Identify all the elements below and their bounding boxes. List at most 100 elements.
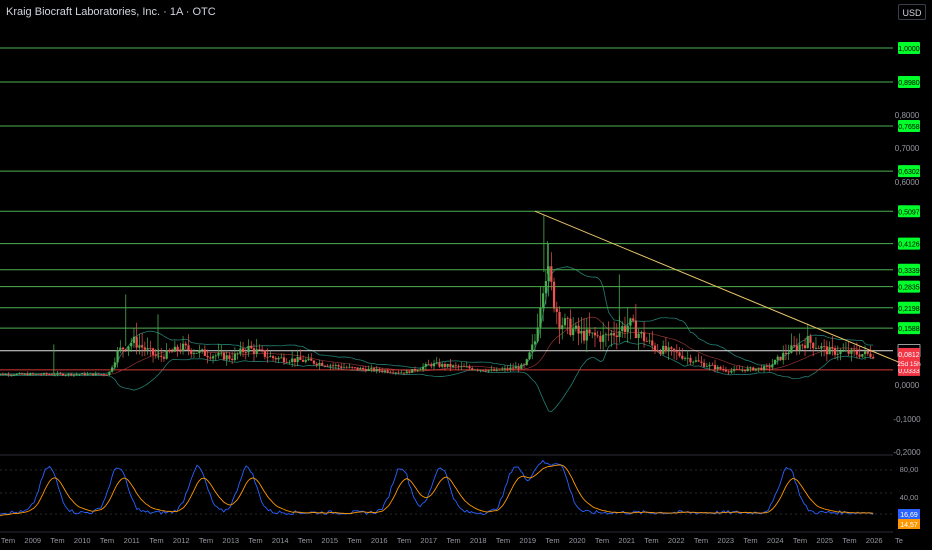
candle-body (817, 347, 820, 349)
candle-body (53, 374, 56, 376)
candle-body (160, 355, 163, 357)
candle-body (307, 358, 310, 361)
candle-body (850, 349, 853, 354)
candle-body (833, 348, 837, 355)
candle-body (569, 318, 572, 336)
candle-body (779, 356, 782, 361)
candle-body (116, 350, 119, 363)
candle-body (198, 350, 201, 353)
candle-body (528, 352, 531, 360)
candle-body (222, 352, 226, 360)
candle-body (102, 374, 106, 376)
candle-body (190, 350, 193, 354)
candle-body (550, 266, 553, 282)
candle-body (56, 373, 59, 375)
candle-body (847, 350, 850, 354)
currency-button[interactable]: USD (898, 4, 926, 20)
price-tick-label: -0,1000 (893, 415, 921, 424)
candle-body (471, 368, 474, 370)
candle-body (801, 344, 804, 346)
candle-body (520, 364, 523, 369)
candle-body (438, 362, 441, 367)
candle-body (615, 335, 618, 338)
candle-body (370, 368, 373, 369)
candle-body (612, 333, 616, 336)
candle-body (768, 366, 771, 368)
candle-body (694, 360, 698, 362)
candle-body (604, 334, 607, 336)
candle-body (340, 366, 343, 368)
price-chart[interactable]: 0,8000 0,7000 0,6000 0,0000 -0,1000 -0,2000 1,… (0, 0, 932, 550)
candle-body (702, 362, 706, 367)
candle-body (214, 355, 217, 357)
candle-body (514, 366, 517, 369)
candle-body (285, 362, 288, 363)
candle-body (312, 360, 316, 364)
symbol-title[interactable]: Kraig Biocraft Laboratories, Inc. · 1A ·… (6, 6, 216, 18)
candle-body (465, 366, 468, 368)
candle-body (108, 371, 111, 376)
candle-body (173, 346, 176, 352)
candle-body (588, 329, 591, 334)
candle-body (288, 362, 291, 363)
candle-body (411, 369, 414, 373)
candle-body (798, 344, 801, 351)
candle-body (244, 352, 247, 353)
candle-body (501, 369, 504, 371)
current-price-label: 0,0812 (898, 352, 920, 359)
candle-body (359, 368, 362, 370)
candle-body (48, 374, 51, 376)
candle-body (20, 373, 24, 375)
candle-body (656, 350, 659, 352)
candle-body (26, 373, 29, 376)
time-tick-label: Tem (793, 536, 807, 545)
candle-body (81, 373, 84, 375)
candle-body (708, 364, 711, 367)
candle-body (318, 362, 321, 366)
candle-body (78, 374, 81, 376)
candle-body (700, 361, 703, 363)
candle-body (89, 373, 92, 375)
candle-body (0, 374, 2, 375)
candle-body (323, 365, 327, 367)
time-tick-label: 2018 (470, 536, 487, 545)
candle-body (863, 351, 867, 355)
candle-body (449, 363, 452, 368)
candle-body (435, 362, 438, 364)
candle-body (86, 374, 89, 376)
candle-body (539, 307, 542, 328)
time-tick-label: 2020 (569, 536, 586, 545)
candle-body (678, 352, 681, 356)
candle-body (94, 373, 97, 376)
candle-body (83, 373, 86, 376)
candle-body (42, 373, 46, 375)
candle-body (752, 367, 755, 371)
candle-body (454, 365, 457, 367)
candle-body (640, 332, 643, 334)
candle-body (820, 346, 823, 349)
candle-body (765, 366, 768, 367)
level-tag-label: 0,4126 (898, 242, 920, 249)
candle-body (184, 343, 187, 346)
candle-body (727, 371, 730, 373)
candle-body (741, 369, 744, 371)
candle-body (705, 366, 708, 368)
candle-body (482, 369, 485, 371)
candle-body (495, 369, 498, 371)
candle-body (547, 266, 550, 282)
time-tick-label: 2017 (420, 536, 437, 545)
candle-body (392, 372, 395, 374)
candle-body (31, 373, 35, 375)
candle-body (659, 351, 662, 354)
candle-body (18, 373, 21, 375)
candle-body (686, 357, 689, 359)
candle-body (626, 325, 629, 332)
candle-body (356, 367, 359, 370)
candle-body (533, 341, 537, 345)
candle-body (132, 336, 136, 344)
candle-body (596, 335, 599, 337)
candle-body (187, 345, 190, 351)
time-tick-label: 2012 (173, 536, 190, 545)
candle-body (233, 353, 236, 361)
candle-body (566, 318, 569, 320)
